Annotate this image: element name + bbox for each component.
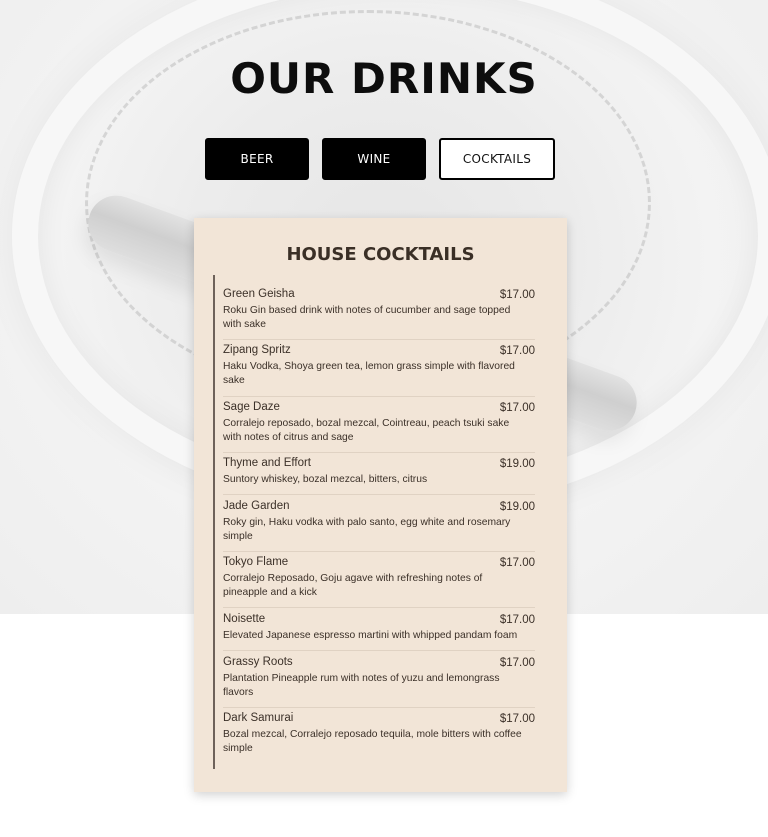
cocktail-menu-card: HOUSE COCKTAILS Green Geisha $17.00 Roku… [194,218,567,792]
divider [223,607,535,608]
item-description: Corralejo reposado, bozal mezcal, Cointr… [223,418,510,443]
item-description: Suntory whiskey, bozal mezcal, bitters, … [223,474,428,485]
item-name: Thyme and Effort [223,457,311,469]
item-name: Tokyo Flame [223,556,289,568]
item-name: Dark Samurai [223,712,294,724]
item-description: Plantation Pineapple rum with notes of y… [223,673,500,698]
page-title: OUR DRINKS [230,54,538,103]
divider [223,396,535,397]
item-description: Bozal mezcal, Corralejo reposado tequila… [223,729,522,754]
item-price: $19.00 [499,501,535,513]
item-price: $17.00 [499,657,535,669]
item-price: $17.00 [499,557,535,569]
item-price: $17.00 [499,402,535,414]
divider [223,650,535,651]
item-price: $19.00 [499,458,535,470]
item-description: Corralejo Reposado, Goju agave with refr… [223,573,483,598]
item-price: $17.00 [499,614,535,626]
drink-category-tabs: BEER WINE COCKTAILS [0,138,768,180]
item-description: Haku Vodka, Shoya green tea, lemon grass… [223,361,515,386]
item-description: Elevated Japanese espresso martini with … [223,630,518,641]
item-price: $17.00 [499,345,535,357]
item-name: Green Geisha [223,288,295,300]
section-title: HOUSE COCKTAILS [286,244,475,265]
divider [223,339,535,340]
tab-wine[interactable]: WINE [322,138,426,180]
item-price: $17.00 [499,713,535,725]
item-name: Grassy Roots [223,656,293,668]
item-description: Roku Gin based drink with notes of cucum… [223,305,511,330]
divider [223,494,535,495]
item-name: Zipang Spritz [223,344,291,356]
divider [223,707,535,708]
item-name: Noisette [223,613,266,625]
item-name: Jade Garden [223,500,290,512]
item-name: Sage Daze [223,401,280,413]
tab-cocktails[interactable]: COCKTAILS [439,138,555,180]
tab-beer[interactable]: BEER [205,138,309,180]
cocktail-list: Green Geisha $17.00 Roku Gin based drink… [213,275,535,769]
item-description: Roky gin, Haku vodka with palo santo, eg… [223,517,511,542]
divider [223,452,535,453]
divider [223,551,535,552]
item-price: $17.00 [499,289,535,301]
